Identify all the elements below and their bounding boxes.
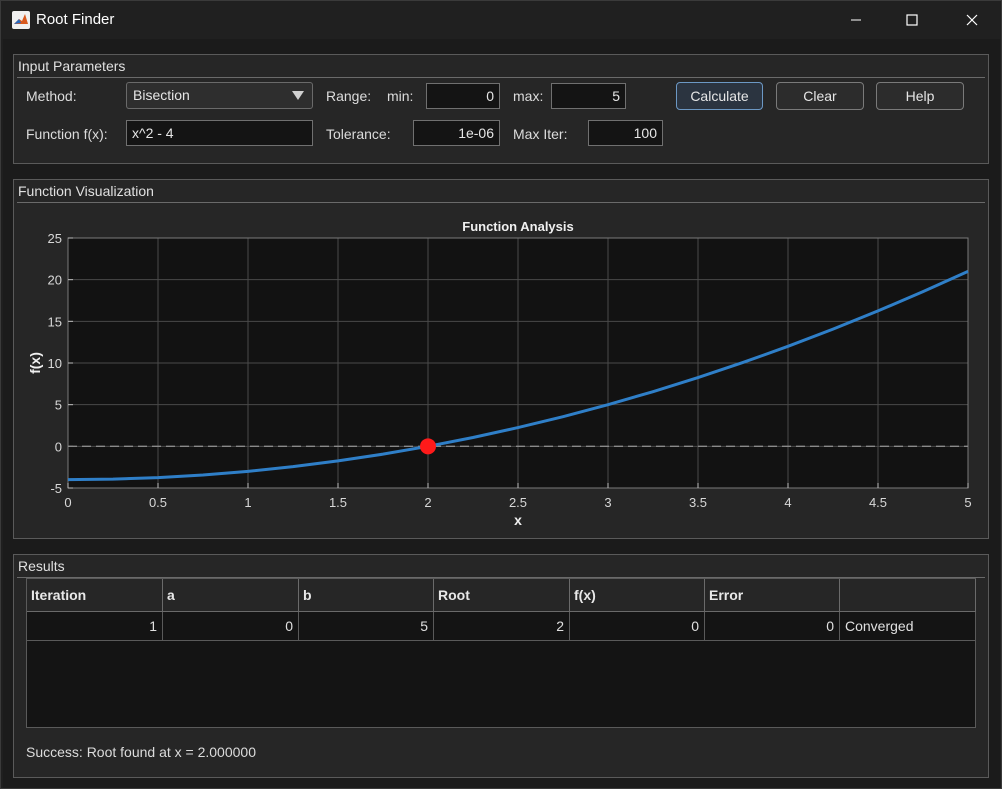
method-dropdown[interactable]: Bisection xyxy=(126,82,313,109)
column-header-root[interactable]: Root xyxy=(434,579,570,612)
range-min-label: min: xyxy=(387,88,414,104)
y-tick-label: 10 xyxy=(48,356,62,371)
cell-root: 2 xyxy=(434,612,570,640)
column-header-status[interactable] xyxy=(840,579,976,612)
input-parameters-panel: Input Parameters Method: Bisection Range… xyxy=(13,54,989,164)
minimize-icon xyxy=(851,19,861,21)
y-axis-label: f(x) xyxy=(27,352,43,374)
cell-a: 0 xyxy=(163,612,299,640)
matlab-app-icon xyxy=(12,11,30,29)
y-tick-label: 25 xyxy=(48,231,62,246)
chart-title: Function Analysis xyxy=(462,219,573,234)
status-message: Success: Root found at x = 2.000000 xyxy=(26,744,256,760)
minimize-button[interactable] xyxy=(833,1,879,39)
max-iter-input[interactable]: 100 xyxy=(588,120,663,146)
range-max-input[interactable]: 5 xyxy=(551,83,626,109)
tolerance-input[interactable]: 1e-06 xyxy=(413,120,500,146)
root-finder-window: Root Finder Input Parameters Method: Bis… xyxy=(0,0,1002,789)
y-tick-label: 15 xyxy=(48,314,62,329)
table-header: Iteration a b Root f(x) Error xyxy=(27,579,976,612)
max-iter-label: Max Iter: xyxy=(513,126,568,142)
function-label: Function f(x): xyxy=(26,126,108,142)
cell-iteration: 1 xyxy=(27,612,163,640)
title-bar: Root Finder xyxy=(1,1,1001,39)
root-marker xyxy=(420,438,436,455)
results-table[interactable]: Iteration a b Root f(x) Error 1 0 5 2 0 … xyxy=(26,578,976,728)
x-tick-label: 1.5 xyxy=(329,495,347,510)
x-tick-label: 2 xyxy=(424,495,431,510)
method-value: Bisection xyxy=(133,87,190,103)
function-visualization-panel: Function Visualization 0 0.5 1 1.5 2 2.5 3 3.5 4… xyxy=(13,179,989,539)
range-label: Range: xyxy=(326,88,372,104)
clear-button[interactable]: Clear xyxy=(776,82,864,110)
x-tick-label: 0.5 xyxy=(149,495,167,510)
column-header-b[interactable]: b xyxy=(299,579,434,612)
panel-title-input: Input Parameters xyxy=(18,58,126,74)
chevron-down-icon xyxy=(292,91,304,100)
panel-title-results: Results xyxy=(18,558,65,574)
y-tick-label: -5 xyxy=(50,481,62,496)
close-button[interactable] xyxy=(949,1,995,39)
cell-b: 5 xyxy=(299,612,434,640)
window-title: Root Finder xyxy=(36,11,115,28)
column-header-a[interactable]: a xyxy=(163,579,299,612)
table-row[interactable]: 1 0 5 2 0 0 Converged xyxy=(27,612,975,641)
cell-status: Converged xyxy=(845,618,914,634)
help-button[interactable]: Help xyxy=(876,82,964,110)
function-chart: 0 0.5 1 1.5 2 2.5 3 3.5 4 4.5 5-50510152025Functio… xyxy=(27,219,972,528)
column-header-iteration[interactable]: Iteration xyxy=(27,579,163,612)
panel-title-visualization: Function Visualization xyxy=(18,183,154,199)
column-header-fx[interactable]: f(x) xyxy=(570,579,705,612)
calculate-button[interactable]: Calculate xyxy=(676,82,763,110)
maximize-icon xyxy=(906,14,918,26)
results-panel: Results Iteration a b Root f(x) Error 1 … xyxy=(13,554,989,778)
method-label: Method: xyxy=(26,88,77,104)
x-tick-label: 1 xyxy=(244,495,251,510)
cell-fx: 0 xyxy=(570,612,705,640)
function-input[interactable]: x^2 - 4 xyxy=(126,120,313,146)
x-tick-label: 4.5 xyxy=(869,495,887,510)
x-tick-label: 5 xyxy=(964,495,971,510)
x-tick-label: 2.5 xyxy=(509,495,527,510)
range-max-label: max: xyxy=(513,88,544,104)
client-area: Input Parameters Method: Bisection Range… xyxy=(3,39,1000,788)
cell-error: 0 xyxy=(705,612,840,640)
x-tick-label: 3.5 xyxy=(689,495,707,510)
y-tick-label: 5 xyxy=(55,398,62,413)
x-tick-label: 3 xyxy=(604,495,611,510)
panel-divider xyxy=(17,202,985,203)
tolerance-label: Tolerance: xyxy=(326,126,391,142)
range-min-input[interactable]: 0 xyxy=(426,83,500,109)
close-icon xyxy=(966,14,978,26)
column-header-error[interactable]: Error xyxy=(705,579,840,612)
panel-divider xyxy=(17,77,985,78)
maximize-button[interactable] xyxy=(889,1,935,39)
x-axis-label: x xyxy=(514,512,522,528)
x-tick-label: 0 xyxy=(64,495,71,510)
y-tick-label: 0 xyxy=(55,439,62,454)
x-tick-label: 4 xyxy=(784,495,791,510)
y-tick-label: 20 xyxy=(48,273,62,288)
